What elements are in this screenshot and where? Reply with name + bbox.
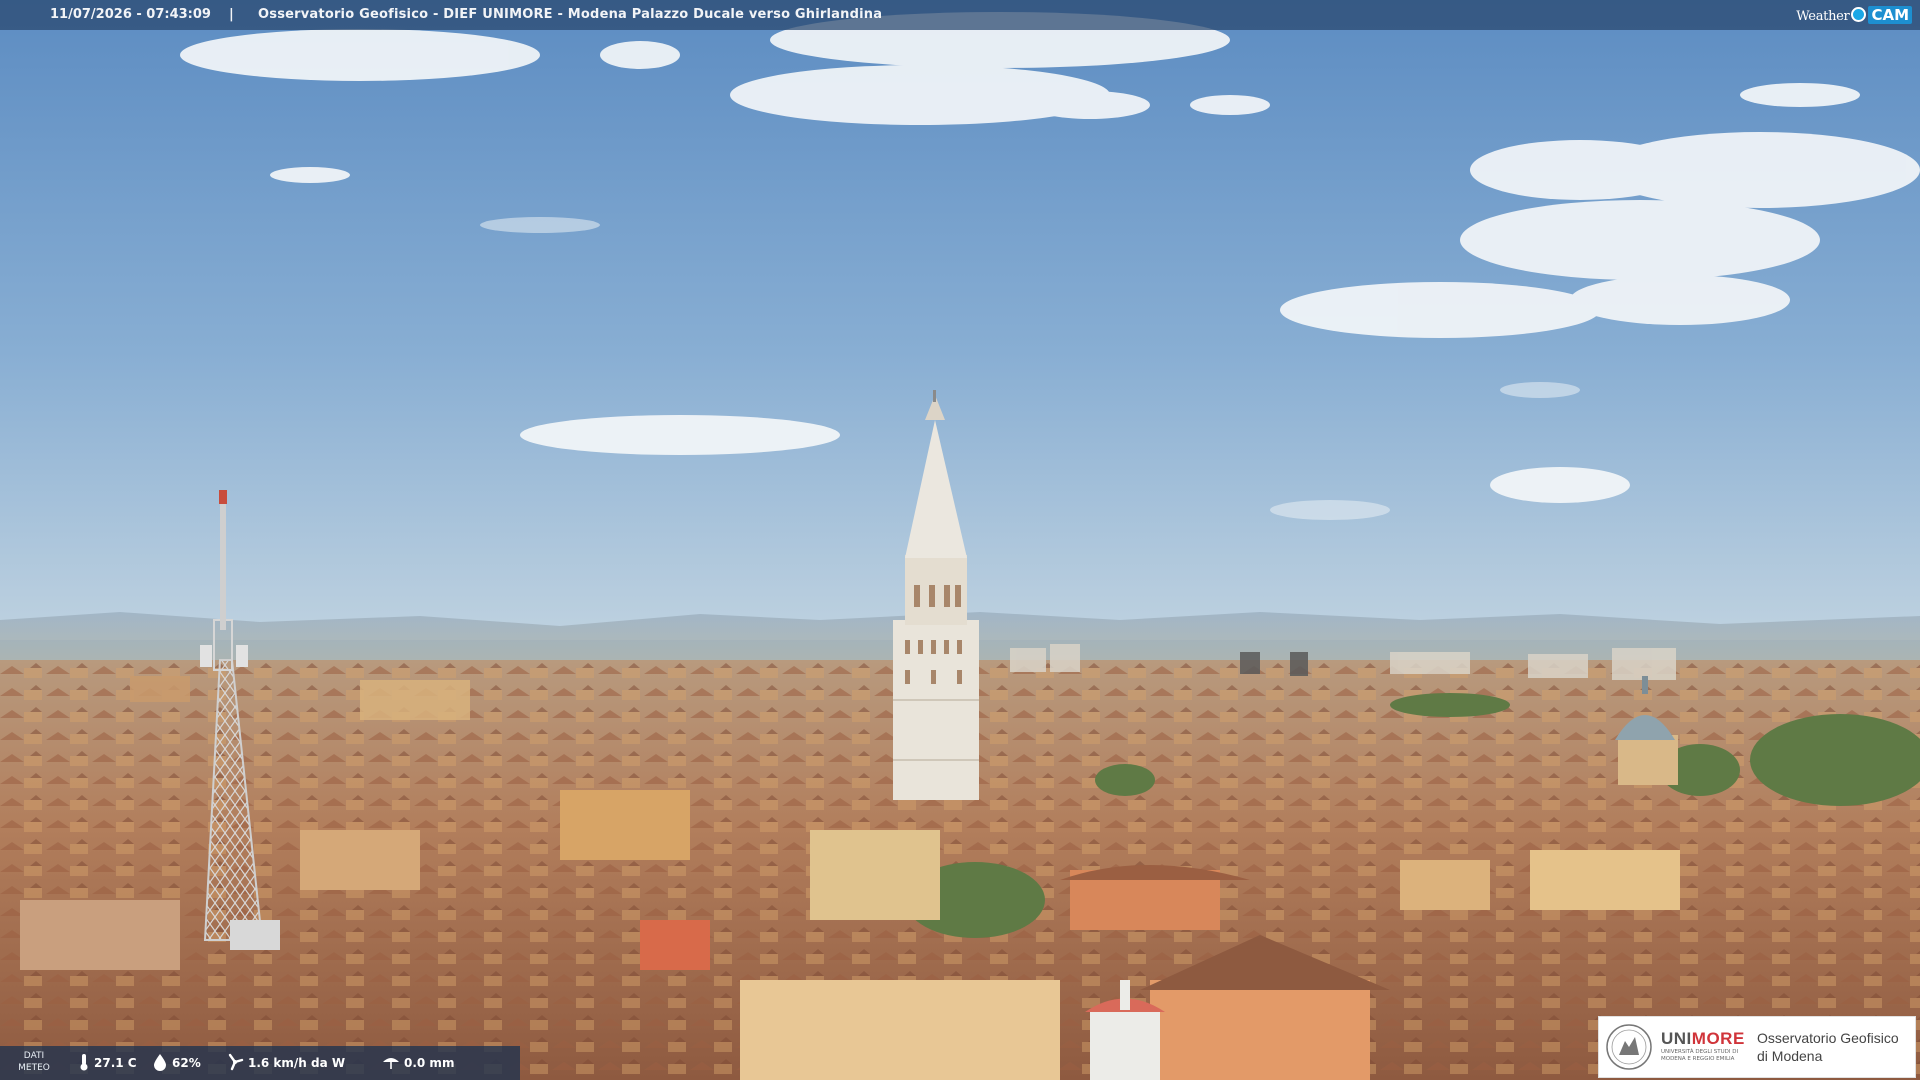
weather-label-line1: DATI — [23, 1051, 45, 1061]
observatory-name-line2: di Modena — [1757, 1048, 1823, 1064]
university-subtitle: UNIVERSITÀ DEGLI STUDI DI MODENA E REGGI… — [1661, 1049, 1739, 1062]
humidity-reading: 62% — [152, 1046, 201, 1080]
webcam-title: Osservatorio Geofisico - DIEF UNIMORE - … — [258, 7, 883, 22]
weathercam-dot-icon — [1851, 7, 1867, 22]
weather-data-bar: DATI METEO 27.1 C 62% 1.6 km/h da W 0.0 … — [0, 1046, 520, 1080]
weather-data-label: DATI METEO — [8, 1050, 60, 1074]
unimore-observatory-logo: UNIMORE UNIVERSITÀ DEGLI STUDI DI MODENA… — [1598, 1016, 1916, 1078]
weather-label-line2: METEO — [18, 1063, 50, 1073]
weathercam-logo-word: Weather — [1796, 9, 1850, 24]
wind-reading: 1.6 km/h da W — [226, 1046, 345, 1080]
weathercam-logo: Weather CAM — [1796, 3, 1912, 27]
timestamp: 11/07/2026 - 07:43:09 — [50, 7, 211, 22]
observatory-name: Osservatorio Geofisico di Modena — [1757, 1029, 1899, 1065]
wordmark-more: MORE — [1691, 1029, 1745, 1048]
humidity-drop-icon — [154, 1054, 166, 1071]
caption-separator: | — [229, 7, 234, 22]
wind-icon — [228, 1053, 244, 1071]
wordmark-uni: UNI — [1661, 1029, 1692, 1048]
temperature-value: 27.1 C — [94, 1056, 137, 1070]
rain-reading: 0.0 mm — [382, 1046, 454, 1080]
temperature-reading: 27.1 C — [78, 1046, 137, 1080]
unimore-wordmark: UNIMORE — [1661, 1029, 1745, 1049]
webcam-image — [0, 0, 1920, 1080]
observatory-name-line1: Osservatorio Geofisico — [1757, 1030, 1899, 1046]
webcam-caption-bar: 11/07/2026 - 07:43:09 | Osservatorio Geo… — [0, 0, 1920, 30]
thermometer-icon — [80, 1054, 88, 1071]
humidity-value: 62% — [172, 1056, 201, 1070]
rain-value: 0.0 mm — [404, 1056, 455, 1070]
wind-value: 1.6 km/h da W — [248, 1056, 346, 1070]
weathercam-logo-cam: CAM — [1868, 6, 1912, 24]
university-seal-icon — [1606, 1024, 1652, 1070]
rain-icon — [383, 1058, 399, 1069]
